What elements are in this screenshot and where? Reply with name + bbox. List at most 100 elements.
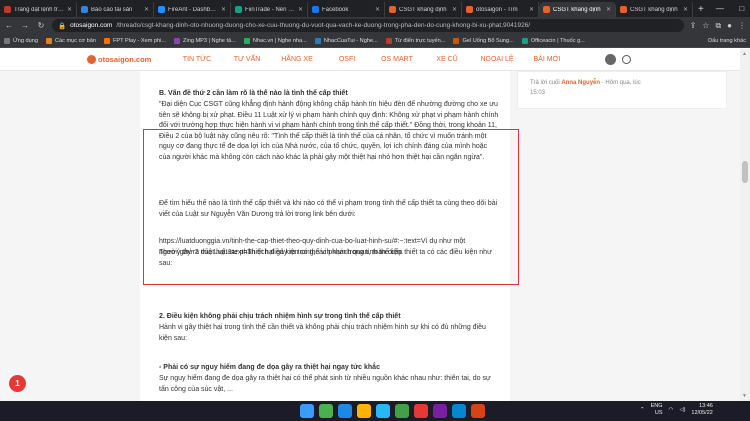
menu-item-3[interactable]: OSFI bbox=[322, 56, 372, 63]
taskbar-app-icon[interactable] bbox=[376, 404, 390, 418]
tab-close-icon[interactable]: ✕ bbox=[375, 6, 380, 13]
bookmarks-bar: Ứng dụng Các mục cơ bản FPT Play - Xem phi… bbox=[0, 34, 750, 48]
bookmark-8[interactable]: Officeacin | Thuốc g... bbox=[521, 37, 585, 44]
tab-favicon-icon bbox=[158, 6, 165, 13]
menu-item-4[interactable]: OS MART bbox=[372, 56, 422, 63]
taskbar-app-icon[interactable] bbox=[357, 404, 371, 418]
bookmark-label: FPT Play - Xem phi... bbox=[112, 37, 167, 44]
header-icons bbox=[605, 54, 631, 65]
menu-icon[interactable]: ⋮ bbox=[738, 21, 746, 31]
extensions-icon[interactable]: ⧉ bbox=[715, 21, 721, 31]
menu-item-0[interactable]: TIN TỨC bbox=[172, 56, 222, 63]
notification-badge[interactable]: 1 bbox=[9, 375, 26, 392]
clock-time: 13:46 bbox=[699, 403, 713, 409]
bookmark-label: Nhac.vn | Nghe nha... bbox=[252, 37, 307, 44]
scroll-up-icon[interactable]: ▲ bbox=[742, 51, 747, 57]
bookmark-2[interactable]: FPT Play - Xem phi... bbox=[103, 37, 167, 44]
taskbar-app-icon[interactable] bbox=[338, 404, 352, 418]
tab-3[interactable]: FiinTrade - Nền tảng ✕ bbox=[231, 2, 308, 17]
tab-title: Báo cáo tài sản bbox=[91, 6, 133, 13]
bookmark-label: Officeacin | Thuốc g... bbox=[530, 37, 585, 44]
tab-0[interactable]: Trang đặt lệnh trực ✕ bbox=[0, 2, 77, 17]
tab-6[interactable]: otosaigon - Tìm ✕ bbox=[462, 2, 539, 17]
other-bookmarks[interactable]: Dấu trang khác bbox=[708, 38, 746, 44]
tab-close-icon[interactable]: ✕ bbox=[683, 6, 688, 13]
minimize-icon[interactable]: — bbox=[709, 0, 731, 17]
window-controls: — □ ✕ bbox=[709, 0, 750, 17]
bookmark-1[interactable]: Các mục cơ bản bbox=[46, 37, 96, 44]
tab-title: FiinTrade - Nền tảng bbox=[245, 6, 295, 13]
tab-title: Trang đặt lệnh trực bbox=[14, 6, 64, 13]
taskbar-app-icon[interactable] bbox=[395, 404, 409, 418]
tab-close-icon[interactable]: ✕ bbox=[606, 6, 611, 13]
taskbar-app-icon[interactable] bbox=[433, 404, 447, 418]
back-icon[interactable]: ← bbox=[4, 21, 14, 30]
windows-taskbar: ⌃ ENG US ◠ ◁) 13:46 12/05/22 bbox=[0, 401, 750, 421]
tab-8[interactable]: CSGT khẳng định ✕ bbox=[616, 2, 693, 17]
tab-7[interactable]: CSGT khẳng định ✕ bbox=[539, 2, 616, 17]
search-icon[interactable] bbox=[622, 55, 631, 64]
url-input[interactable]: 🔒 otosaigon.com/threads/csgt-khang-dinh-… bbox=[52, 19, 684, 32]
language-indicator[interactable]: ENG US bbox=[651, 403, 663, 417]
clock[interactable]: 13:46 12/05/22 bbox=[691, 403, 712, 417]
tab-2[interactable]: FireAnt - Dashboard ✕ bbox=[154, 2, 231, 17]
reply-suffix: · Hôm qua, lúc bbox=[601, 80, 641, 86]
bookmark-favicon-icon bbox=[174, 37, 181, 44]
last-reply-box: Trả lời cuối Anna Nguyễn · Hôm qua, lúc … bbox=[517, 71, 727, 109]
taskbar-app-icon[interactable] bbox=[471, 404, 485, 418]
taskbar-app-icon[interactable] bbox=[414, 404, 428, 418]
start-icon[interactable] bbox=[300, 404, 314, 418]
new-tab-button[interactable]: + bbox=[693, 2, 709, 17]
site-logo[interactable]: otosaigon.com bbox=[87, 55, 167, 64]
tab-favicon-icon bbox=[235, 6, 242, 13]
bookmark-favicon-icon bbox=[521, 37, 528, 44]
scrollbar-thumb[interactable] bbox=[742, 161, 748, 183]
bookmark-0[interactable]: Ứng dụng bbox=[4, 37, 38, 44]
menu-item-6[interactable]: NGOẠI LỆ bbox=[472, 56, 522, 63]
heading-b: B. Vấn đề thứ 2 cần làm rõ là thế nào là… bbox=[159, 90, 348, 97]
bookmark-favicon-icon bbox=[103, 37, 110, 44]
tab-title: otosaigon - Tìm bbox=[476, 6, 518, 13]
bookmark-6[interactable]: Từ điển trực tuyến... bbox=[385, 37, 446, 44]
bookmark-label: NhacCuaTui - Nghe... bbox=[323, 37, 378, 44]
bookmark-label: Từ điển trực tuyến... bbox=[394, 37, 446, 44]
tab-favicon-icon bbox=[389, 6, 396, 13]
star-icon[interactable]: ☆ bbox=[702, 21, 709, 31]
menu-item-2[interactable]: HÃNG XE bbox=[272, 56, 322, 63]
maximize-icon[interactable]: □ bbox=[731, 0, 750, 17]
taskbar-app-icon[interactable] bbox=[319, 404, 333, 418]
bookmark-4[interactable]: Nhac.vn | Nghe nha... bbox=[243, 37, 307, 44]
reload-icon[interactable]: ↻ bbox=[36, 21, 46, 30]
menu-item-5[interactable]: XE CŨ bbox=[422, 56, 472, 63]
bookmark-5[interactable]: NhacCuaTui - Nghe... bbox=[314, 37, 378, 44]
share-icon[interactable]: ⇪ bbox=[690, 21, 697, 31]
tab-close-icon[interactable]: ✕ bbox=[67, 6, 72, 13]
tab-close-icon[interactable]: ✕ bbox=[298, 6, 303, 13]
tab-close-icon[interactable]: ✕ bbox=[452, 6, 457, 13]
profile-icon[interactable]: ● bbox=[727, 21, 732, 31]
tab-title: CSGT khẳng định bbox=[399, 6, 447, 13]
tab-close-icon[interactable]: ✕ bbox=[529, 6, 534, 13]
tab-close-icon[interactable]: ✕ bbox=[221, 6, 226, 13]
tab-4[interactable]: Facebook ✕ bbox=[308, 2, 385, 17]
tab-close-icon[interactable]: ✕ bbox=[144, 6, 149, 13]
tab-1[interactable]: Báo cáo tài sản ✕ bbox=[77, 2, 154, 17]
taskbar-app-icon[interactable] bbox=[452, 404, 466, 418]
page-scrollbar[interactable]: ▲ ▼ bbox=[740, 49, 750, 401]
avatar[interactable] bbox=[605, 54, 616, 65]
tab-favicon-icon bbox=[466, 6, 473, 13]
tray-chevron-icon[interactable]: ⌃ bbox=[640, 407, 645, 413]
tab-5[interactable]: CSGT khẳng định ✕ bbox=[385, 2, 462, 17]
forward-icon[interactable]: → bbox=[20, 21, 30, 30]
scroll-down-icon[interactable]: ▼ bbox=[742, 393, 747, 399]
bookmark-7[interactable]: Gel Uống Bổ Sung... bbox=[453, 37, 514, 44]
reply-prefix: Trả lời cuối bbox=[530, 80, 560, 86]
reply-user[interactable]: Anna Nguyễn bbox=[561, 80, 600, 86]
menu-item-7[interactable]: BÀI MỚI bbox=[522, 56, 572, 63]
bookmark-3[interactable]: Zing MP3 | Nghe tả... bbox=[174, 37, 236, 44]
menu-item-1[interactable]: TƯ VẤN bbox=[222, 56, 272, 63]
wifi-icon[interactable]: ◠ bbox=[669, 407, 674, 413]
volume-icon[interactable]: ◁) bbox=[679, 407, 685, 413]
bookmark-favicon-icon bbox=[4, 37, 10, 44]
tab-title: CSGT khẳng định bbox=[553, 6, 601, 13]
